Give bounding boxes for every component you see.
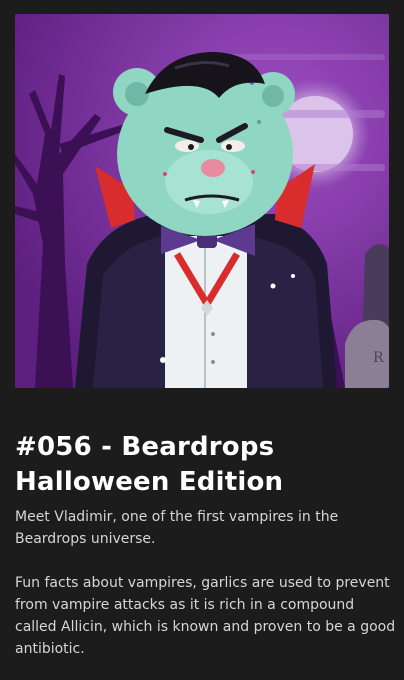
bear-head — [113, 52, 295, 236]
description-line: from vampire attacks as it is rich in a … — [15, 597, 355, 613]
description-line: antibiotic. — [15, 641, 85, 657]
page-title: #056 - Beardrops Halloween Edition — [15, 430, 389, 500]
description-line: called Allicin, which is known and prove… — [15, 619, 396, 635]
title-line-1: #056 - Beardrops — [15, 432, 275, 462]
svg-text:R: R — [373, 350, 384, 366]
description-line: Beardrops universe. — [15, 531, 156, 547]
title-line-2: Halloween Edition — [15, 467, 284, 497]
description-line: Fun facts about vampires, garlics are us… — [15, 575, 390, 591]
description-line: Meet Vladimir, one of the first vampires… — [15, 509, 339, 525]
vampire-bear-illustration: R — [15, 14, 389, 388]
description: Meet Vladimir, one of the first vampires… — [15, 506, 395, 660]
nft-artwork[interactable]: R — [15, 14, 389, 388]
